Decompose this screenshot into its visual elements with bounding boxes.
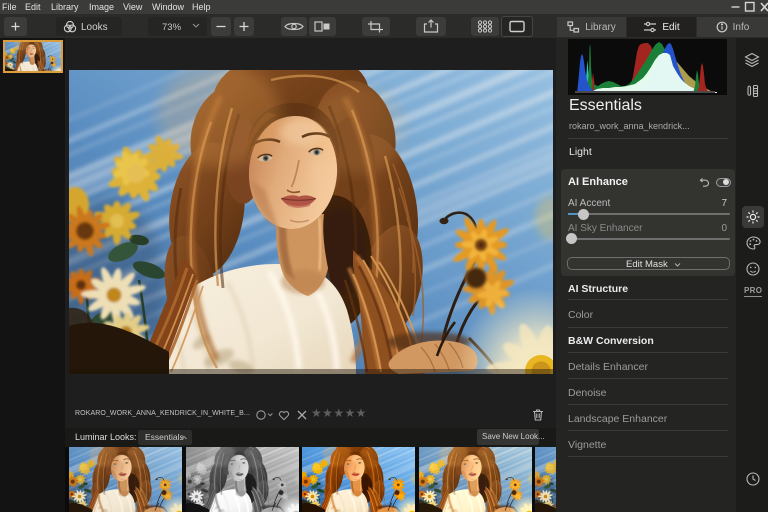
svg-text:73%: 73% [162, 22, 182, 33]
svg-text:Looks: Looks [81, 22, 108, 33]
